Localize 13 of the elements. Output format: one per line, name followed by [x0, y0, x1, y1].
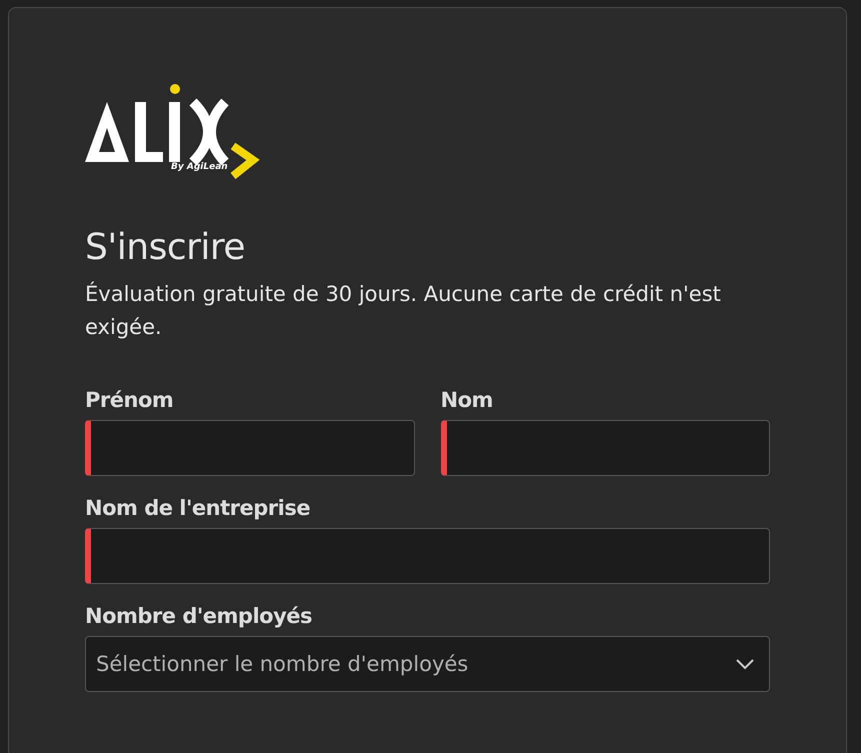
- select-placeholder: Sélectionner le nombre d'employés: [96, 652, 468, 676]
- subtitle-text: Évaluation gratuite de 30 jours. Aucune carte de crédit n'est exigée.: [85, 280, 722, 341]
- field-label: Nom: [440, 388, 494, 412]
- field-label: Prénom: [85, 388, 174, 412]
- select-field[interactable]: Sélectionner le nombre d'employés: [85, 636, 770, 692]
- input-field[interactable]: [85, 528, 770, 584]
- logo-byline: By AgiLean: [171, 162, 228, 172]
- input-field[interactable]: [85, 420, 414, 476]
- chevron-down-icon: [735, 658, 755, 670]
- input-field[interactable]: [440, 420, 770, 476]
- field-label: Nombre d'employés: [85, 604, 314, 628]
- field-label: Nom de l'entreprise: [85, 496, 312, 520]
- page-title: S'inscrire: [85, 228, 246, 268]
